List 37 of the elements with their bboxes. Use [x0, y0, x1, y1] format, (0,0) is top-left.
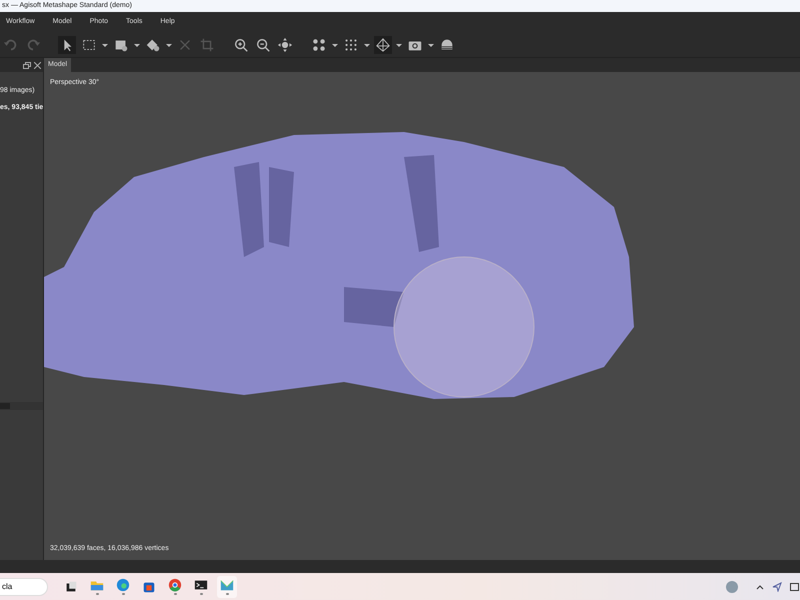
- zoom-out-button[interactable]: [254, 36, 272, 54]
- scrollbar[interactable]: [0, 402, 43, 410]
- redo-icon: [25, 37, 41, 53]
- browser-icon: [168, 578, 182, 592]
- diamond-shape-icon: [145, 37, 161, 53]
- browser-icon: [116, 578, 130, 592]
- move-button[interactable]: [276, 36, 294, 54]
- restore-icon[interactable]: [23, 62, 31, 68]
- pyramid-button[interactable]: [374, 36, 392, 54]
- rectangle-selection-icon: [81, 37, 97, 53]
- zoom-in-button[interactable]: [232, 36, 250, 54]
- caret-icon[interactable]: [396, 41, 402, 49]
- terminal-icon: [194, 578, 208, 592]
- caret-icon[interactable]: [102, 41, 108, 49]
- zoom-in-icon: [233, 37, 249, 53]
- move-icon: [277, 37, 293, 53]
- search-field[interactable]: cla: [0, 578, 48, 596]
- store-icon: [142, 580, 156, 594]
- task-view-icon: [64, 580, 78, 594]
- display-icon[interactable]: [790, 582, 800, 592]
- crop-icon: [199, 37, 215, 53]
- caret-icon[interactable]: [428, 41, 434, 49]
- close-icon[interactable]: [34, 62, 41, 68]
- dots-grid-icon: [311, 37, 327, 53]
- pyramid-icon: [375, 37, 391, 53]
- undo-icon: [3, 37, 19, 53]
- app-button[interactable]: [217, 576, 237, 598]
- zoom-out-icon: [255, 37, 271, 53]
- pointer-button[interactable]: [58, 36, 76, 54]
- send-icon[interactable]: [772, 582, 782, 592]
- chevron-up-icon[interactable]: [756, 584, 764, 590]
- caret-icon[interactable]: [134, 41, 140, 49]
- caret-icon[interactable]: [364, 41, 370, 49]
- caret-icon[interactable]: [332, 41, 338, 49]
- caret-icon[interactable]: [166, 41, 172, 49]
- app-icon: [220, 578, 234, 592]
- point-grid-icon: [343, 37, 359, 53]
